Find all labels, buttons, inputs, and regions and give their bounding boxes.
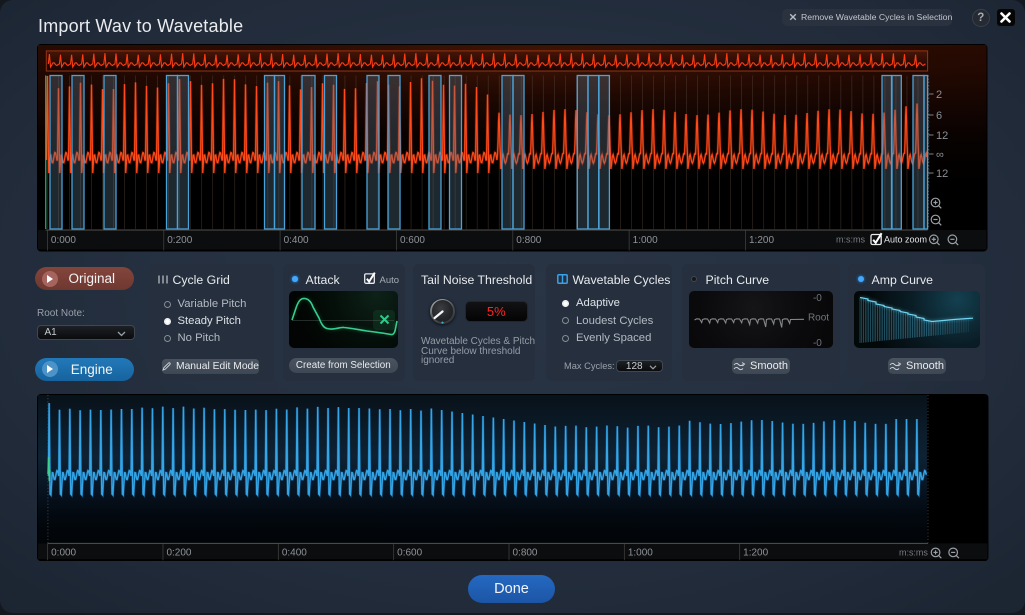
svg-text:1:200: 1:200 xyxy=(743,548,768,559)
svg-text:0:000: 0:000 xyxy=(51,235,76,246)
svg-text:0:600: 0:600 xyxy=(400,235,425,246)
svg-text:1:000: 1:000 xyxy=(633,235,658,246)
svg-text:0:000: 0:000 xyxy=(51,548,76,559)
svg-text:0:200: 0:200 xyxy=(166,548,191,559)
svg-text:1:200: 1:200 xyxy=(749,235,774,246)
svg-text:1:000: 1:000 xyxy=(628,548,653,559)
svg-text:m:s:ms: m:s:ms xyxy=(836,235,865,245)
svg-text:m:s:ms: m:s:ms xyxy=(899,548,928,558)
svg-text:0:800: 0:800 xyxy=(513,548,538,559)
svg-text:-0: -0 xyxy=(813,337,822,348)
svg-text:0:400: 0:400 xyxy=(282,548,307,559)
svg-text:0:800: 0:800 xyxy=(516,235,541,246)
svg-text:2: 2 xyxy=(936,89,942,101)
svg-text:6: 6 xyxy=(936,110,942,122)
svg-text:Root: Root xyxy=(808,312,829,323)
svg-text:12: 12 xyxy=(936,130,948,142)
svg-text:0:400: 0:400 xyxy=(284,235,309,246)
svg-text:Auto zoom: Auto zoom xyxy=(884,235,927,245)
svg-text:-0: -0 xyxy=(813,292,822,303)
svg-text:12: 12 xyxy=(936,168,948,180)
svg-text:0:200: 0:200 xyxy=(167,235,192,246)
svg-text:0:600: 0:600 xyxy=(397,548,422,559)
svg-text:∞: ∞ xyxy=(936,149,944,161)
